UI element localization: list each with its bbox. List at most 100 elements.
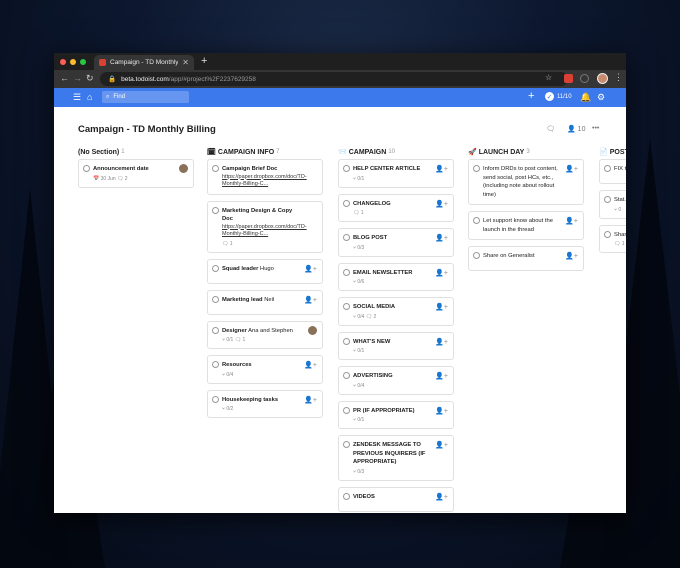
- task-checkbox[interactable]: [343, 441, 350, 448]
- column-header[interactable]: 🗓 CAMPAIGN INFO 7: [207, 145, 323, 159]
- task-card[interactable]: ADVERTISING ⑂ 0/4 👤+: [338, 366, 454, 395]
- close-window-button[interactable]: [60, 59, 66, 65]
- todoist-extension-icon[interactable]: [564, 74, 573, 83]
- task-checkbox[interactable]: [212, 264, 219, 272]
- task-card[interactable]: Marketing lead Neil 👤+: [207, 289, 323, 315]
- task-card[interactable]: EMAIL NEWSLETTER ⑂ 0/6 👤+: [338, 262, 454, 291]
- minimize-window-button[interactable]: [70, 59, 76, 65]
- task-checkbox[interactable]: [343, 165, 350, 172]
- assign-user-icon[interactable]: 👤+: [435, 493, 448, 501]
- task-checkbox[interactable]: [83, 165, 90, 172]
- more-options-icon[interactable]: •••: [592, 125, 599, 132]
- task-checkbox[interactable]: [212, 326, 219, 334]
- assign-user-icon[interactable]: 👤+: [304, 361, 317, 369]
- share-members-button[interactable]: 👤 10: [567, 125, 585, 133]
- close-tab-icon[interactable]: ✕: [182, 58, 189, 67]
- task-link[interactable]: https://paper.dropbox.com/doc/TD-Monthly…: [222, 224, 307, 239]
- assign-user-icon[interactable]: 👤+: [435, 269, 448, 277]
- task-card[interactable]: SOCIAL MEDIA ⑂ 0/4 🗨 2 👤+: [338, 297, 454, 326]
- task-card[interactable]: PR (IF APPROPRIATE) ⑂ 0/1 👤+: [338, 400, 454, 429]
- task-card[interactable]: CHANGELOG 🗨 1 👤+: [338, 193, 454, 222]
- menu-icon[interactable]: ☰: [73, 92, 81, 103]
- reload-icon[interactable]: ↻: [86, 73, 94, 84]
- task-checkbox[interactable]: [212, 295, 219, 303]
- url-field[interactable]: 🔒 beta.todoist.com/app/#project%2F223762…: [100, 72, 568, 86]
- task-checkbox[interactable]: [343, 492, 350, 500]
- assignee-avatar[interactable]: [179, 164, 188, 173]
- task-checkbox[interactable]: [343, 406, 350, 414]
- notifications-bell-icon[interactable]: 🔔: [580, 92, 591, 103]
- task-card[interactable]: FIX the...: [599, 159, 626, 184]
- task-checkbox[interactable]: [343, 234, 350, 241]
- assign-user-icon[interactable]: 👤+: [435, 234, 448, 242]
- task-card[interactable]: HELP CENTER ARTICLE ⑂ 0/1 👤+: [338, 159, 454, 188]
- task-checkbox[interactable]: [212, 361, 219, 368]
- extension-icon[interactable]: [580, 74, 589, 83]
- assign-user-icon[interactable]: 👤+: [304, 296, 317, 304]
- assign-user-icon[interactable]: 👤+: [565, 217, 578, 225]
- task-checkbox[interactable]: [343, 199, 350, 207]
- assign-user-icon[interactable]: 👤+: [435, 338, 448, 346]
- karma-button[interactable]: ✓ 11/10: [545, 92, 572, 101]
- task-card[interactable]: Squad leader Hugo 👤+: [207, 258, 323, 284]
- column-header[interactable]: 📨 CAMPAIGN 10: [338, 145, 454, 159]
- task-checkbox[interactable]: [343, 372, 350, 379]
- column-header[interactable]: (No Section) 1: [78, 145, 194, 159]
- new-tab-icon[interactable]: +: [201, 55, 207, 67]
- task-card[interactable]: Housekeeping tasks ⑂ 0/2 👤+: [207, 389, 323, 418]
- task-checkbox[interactable]: [604, 196, 611, 203]
- task-card[interactable]: Share mon the ... 🗨 1: [599, 224, 626, 253]
- browser-tab[interactable]: Campaign - TD Monthly Billing ✕: [94, 55, 194, 70]
- bookmark-star-icon[interactable]: ☆: [545, 73, 552, 82]
- assign-user-icon[interactable]: 👤+: [304, 396, 317, 404]
- search-input[interactable]: ⌕ Find: [102, 91, 189, 103]
- task-checkbox[interactable]: [212, 165, 219, 172]
- forward-icon[interactable]: →: [73, 73, 82, 83]
- task-card[interactable]: Marketing Design & Copy Doc https://paper…: [207, 200, 323, 253]
- task-card[interactable]: VIDEOS 👤+: [338, 486, 454, 512]
- quick-add-icon[interactable]: +: [528, 90, 534, 102]
- assignee-avatar[interactable]: [308, 325, 317, 335]
- task-checkbox[interactable]: [343, 268, 350, 276]
- task-checkbox[interactable]: [343, 303, 350, 310]
- comments-icon[interactable]: 🗨: [546, 125, 555, 133]
- column-header[interactable]: 📄POST: [599, 145, 626, 159]
- task-card[interactable]: Campaign Brief Doc https://paper.dropbox.…: [207, 159, 323, 195]
- task-checkbox[interactable]: [473, 217, 480, 224]
- column-header[interactable]: 🚀 LAUNCH DAY 3: [468, 145, 584, 159]
- task-checkbox[interactable]: [212, 206, 219, 214]
- task-card[interactable]: Resources ⑂ 0/4 👤+: [207, 355, 323, 384]
- task-checkbox[interactable]: [473, 165, 480, 172]
- task-card[interactable]: WHAT'S NEW ⑂ 0/1 👤+: [338, 331, 454, 360]
- assign-user-icon[interactable]: 👤+: [435, 407, 448, 415]
- task-card[interactable]: Share on Generalist 👤+: [468, 246, 584, 271]
- browser-menu-icon[interactable]: ⋮: [614, 72, 623, 83]
- task-card[interactable]: Inform DRDs to post content, send social…: [468, 159, 584, 205]
- assign-user-icon[interactable]: 👤+: [565, 252, 578, 260]
- task-checkbox[interactable]: [604, 230, 611, 238]
- back-icon[interactable]: ←: [60, 73, 69, 83]
- assign-user-icon[interactable]: 👤+: [565, 165, 578, 173]
- assign-user-icon[interactable]: 👤+: [435, 441, 448, 449]
- home-icon[interactable]: ⌂: [87, 92, 92, 102]
- task-checkbox[interactable]: [343, 337, 350, 345]
- task-card[interactable]: Designer Ana and Stephen ⑂ 0/1 🗨 1: [207, 320, 323, 349]
- task-card[interactable]: Stat... ⑂ 0: [599, 190, 626, 219]
- assign-user-icon[interactable]: 👤+: [435, 200, 448, 208]
- assign-user-icon[interactable]: 👤+: [435, 303, 448, 311]
- task-checkbox[interactable]: [212, 395, 219, 403]
- task-title: BLOG POST: [353, 235, 388, 241]
- task-link[interactable]: https://paper.dropbox.com/doc/TD-Monthly…: [222, 174, 307, 189]
- task-checkbox[interactable]: [473, 252, 480, 259]
- maximize-window-button[interactable]: [80, 59, 86, 65]
- task-card[interactable]: Let support know about the launch in the…: [468, 211, 584, 240]
- profile-avatar[interactable]: [597, 73, 608, 84]
- task-card[interactable]: ZENDESK MESSAGE TO PREVIOUS INQUIRERS (I…: [338, 435, 454, 481]
- settings-gear-icon[interactable]: ⚙: [597, 92, 605, 103]
- assign-user-icon[interactable]: 👤+: [435, 165, 448, 173]
- task-card[interactable]: BLOG POST ⑂ 0/3 👤+: [338, 228, 454, 257]
- assign-user-icon[interactable]: 👤+: [435, 372, 448, 380]
- assign-user-icon[interactable]: 👤+: [304, 265, 317, 273]
- task-card[interactable]: Announcement date 📅 30 Jun 🗨 2: [78, 159, 194, 188]
- task-checkbox[interactable]: [604, 165, 611, 172]
